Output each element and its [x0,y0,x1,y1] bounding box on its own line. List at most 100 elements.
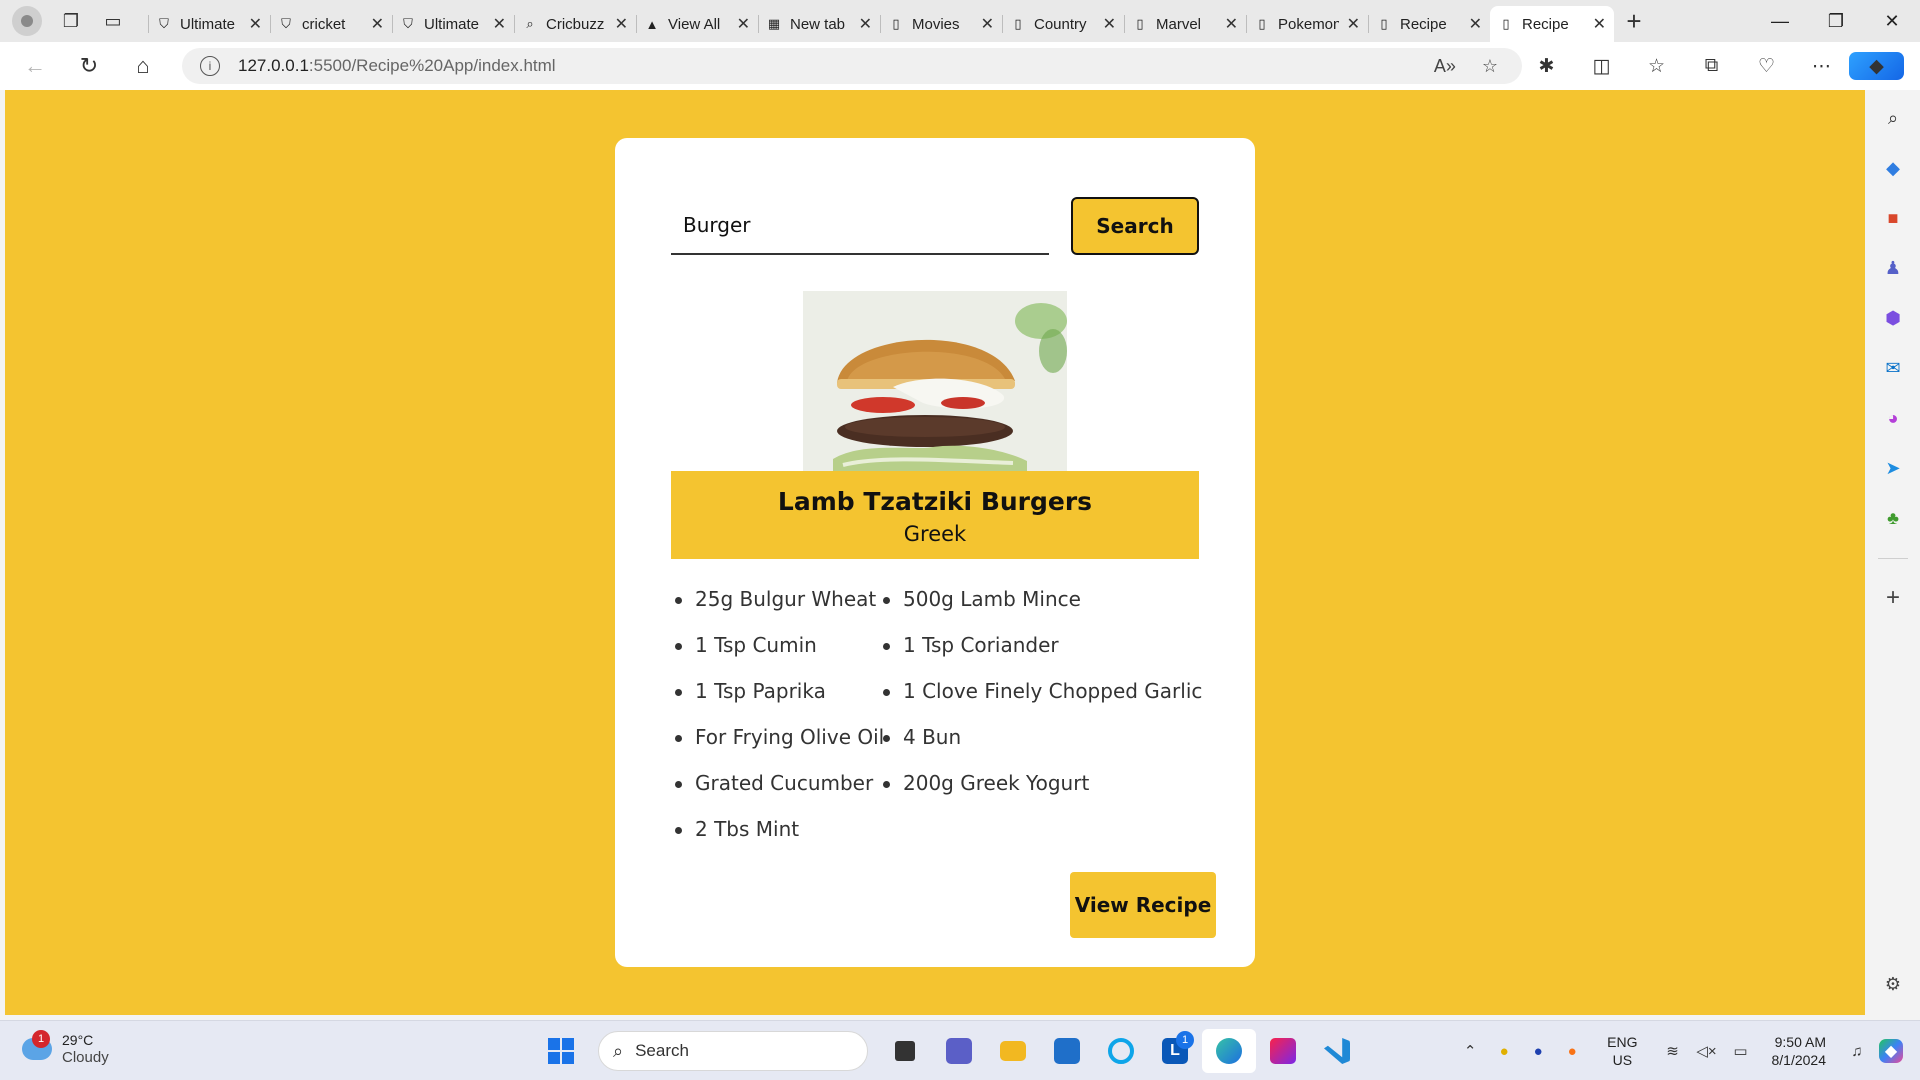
tab-actions-icon[interactable]: ▭ [92,0,134,42]
vscode-icon[interactable] [1310,1029,1364,1073]
browser-tab[interactable]: ▯ Movies ✕ [880,6,1002,42]
close-tab-icon[interactable]: ✕ [615,14,628,34]
ingredient-item: 1 Clove Finely Chopped Garlic [879,668,1202,714]
clock[interactable]: 9:50 AM 8/1/2024 [1772,1033,1827,1069]
meal-area: Greek [903,522,967,546]
games-icon[interactable]: ♟ [1879,254,1907,282]
sidebar-settings-icon[interactable]: ⚙ [1879,970,1907,998]
weather-temp: 29°C [62,1032,94,1048]
search-input[interactable] [671,197,1049,255]
cortana-icon[interactable] [1094,1029,1148,1073]
notification-bell-icon[interactable]: ♫ [1840,1043,1874,1060]
search-button[interactable]: Search [1071,197,1199,255]
browser-tab[interactable]: ▯ Recipe ✕ [1490,6,1614,42]
workspaces-icon[interactable]: ❐ [50,0,92,42]
ingredient-item: Grated Cucumber [671,760,879,806]
browser-tab[interactable]: ▲ View All ✕ [636,6,758,42]
tray-cloud-warning-icon[interactable]: ● [1487,1043,1521,1060]
browser-tab[interactable]: ⛉ Ultimate ✕ [392,6,514,42]
add-sidebar-app-icon[interactable]: + [1879,584,1907,612]
weather-condition: Cloudy [62,1049,109,1066]
meal-image[interactable] [803,291,1067,471]
outlook-icon[interactable]: ✉ [1879,354,1907,382]
address-bar[interactable]: i 127.0.0.1:5500/Recipe%20App/index.html… [182,48,1522,84]
store-icon[interactable] [1040,1029,1094,1073]
volume-muted-icon[interactable]: ◁× [1690,1042,1724,1060]
wifi-icon[interactable]: ≋ [1656,1042,1690,1060]
minimize-icon[interactable]: — [1752,0,1808,42]
designer-icon[interactable]: ◕ [1879,404,1907,432]
browser-tab[interactable]: ▯ Country ✕ [1002,6,1124,42]
grid-icon: ▦ [767,16,781,31]
intellij-icon[interactable] [1256,1029,1310,1073]
sidebar-search-icon[interactable]: ⌕ [1879,104,1907,132]
profile-icon[interactable] [12,6,42,36]
restore-icon[interactable]: ❐ [1808,0,1864,42]
site-info-icon[interactable]: i [200,56,220,76]
browser-tab[interactable]: ⛉ Ultimate ✕ [148,6,270,42]
close-tab-icon[interactable]: ✕ [1469,14,1482,34]
read-aloud-icon[interactable]: A» [1434,56,1456,77]
tab-strip: ❐ ▭ ⛉ Ultimate ✕ ⛉ cricket ✕ ⛉ Ultimate ✕ ⌕ Cricbu… [0,0,1920,42]
close-tab-icon[interactable]: ✕ [371,14,384,34]
tray-color-icon[interactable]: ● [1555,1043,1589,1060]
close-tab-icon[interactable]: ✕ [859,14,872,34]
browser-tab[interactable]: ⌕ Cricbuzz ✕ [514,6,636,42]
close-tab-icon[interactable]: ✕ [493,14,506,34]
refresh-icon[interactable]: ↻ [62,42,116,90]
home-icon[interactable]: ⌂ [116,42,170,90]
linkedin-icon[interactable]: L 1 [1148,1029,1202,1073]
browser-tab[interactable]: ▯ Marvel ✕ [1124,6,1246,42]
task-view-icon[interactable] [878,1029,932,1073]
send-icon[interactable]: ➤ [1879,454,1907,482]
cloud-icon: 1 [22,1030,52,1060]
close-tab-icon[interactable]: ✕ [1593,14,1606,34]
copilot-taskbar-icon[interactable]: ◆ [1874,1039,1908,1063]
close-window-icon[interactable]: ✕ [1864,0,1920,42]
teams-icon[interactable] [932,1029,986,1073]
close-tab-icon[interactable]: ✕ [1225,14,1238,34]
page-viewport: Search [5,90,1865,1015]
url-path: :5500/Recipe%20App/index.html [308,56,556,75]
tray-app-icon[interactable]: ● [1521,1043,1555,1060]
start-button[interactable] [534,1029,588,1073]
browser-tab[interactable]: ⛉ cricket ✕ [270,6,392,42]
back-icon[interactable]: ← [8,42,62,90]
tray-overflow-icon[interactable]: ⌃ [1453,1042,1487,1060]
browser-essentials-icon[interactable]: ♡ [1739,55,1794,78]
close-tab-icon[interactable]: ✕ [981,14,994,34]
edge-icon[interactable] [1202,1029,1256,1073]
browser-tab[interactable]: ▦ New tab ✕ [758,6,880,42]
collections-icon[interactable]: ⧉ [1684,55,1739,77]
language-indicator[interactable]: ENG US [1607,1033,1637,1069]
favorites-icon[interactable]: ☆ [1629,55,1684,78]
copilot-sidebar-icon[interactable]: ⬢ [1879,304,1907,332]
favorite-star-icon[interactable]: ☆ [1482,56,1498,77]
close-tab-icon[interactable]: ✕ [737,14,750,34]
split-screen-icon[interactable]: ◫ [1574,55,1629,78]
taskbar: 1 29°C Cloudy ⌕ Search L 1 ⌃ ● ● ● ENG U… [0,1020,1920,1080]
extensions-icon[interactable]: ✱ [1519,55,1574,78]
edge-sidebar: ⌕ ◆ ■ ♟ ⬢ ✉ ◕ ➤ ♣ + ⚙ [1866,90,1920,1015]
copilot-icon[interactable]: ◆ [1849,52,1904,80]
close-tab-icon[interactable]: ✕ [1103,14,1116,34]
search-icon: ⌕ [526,16,534,31]
settings-more-icon[interactable]: ⋯ [1794,55,1849,78]
weather-widget[interactable]: 1 29°C Cloudy [22,1030,109,1067]
tools-briefcase-icon[interactable]: ■ [1879,204,1907,232]
close-tab-icon[interactable]: ✕ [1347,14,1360,34]
battery-icon[interactable]: ▭ [1724,1042,1758,1060]
url-host: 127.0.0.1 [238,56,309,75]
taskbar-search[interactable]: ⌕ Search [598,1031,868,1071]
file-explorer-icon[interactable] [986,1029,1040,1073]
shopping-tag-icon[interactable]: ◆ [1879,154,1907,182]
tree-icon[interactable]: ♣ [1879,504,1907,532]
view-recipe-button[interactable]: View Recipe [1070,872,1216,938]
browser-toolbar: ← ↻ ⌂ i 127.0.0.1:5500/Recipe%20App/inde… [0,42,1920,90]
tab-title: Pokemon [1278,15,1339,33]
new-tab-button[interactable]: + [1614,6,1654,37]
close-tab-icon[interactable]: ✕ [249,14,262,34]
address-url[interactable]: 127.0.0.1:5500/Recipe%20App/index.html [238,56,556,76]
browser-tab[interactable]: ▯ Pokemon ✕ [1246,6,1368,42]
browser-tab[interactable]: ▯ Recipe ✕ [1368,6,1490,42]
